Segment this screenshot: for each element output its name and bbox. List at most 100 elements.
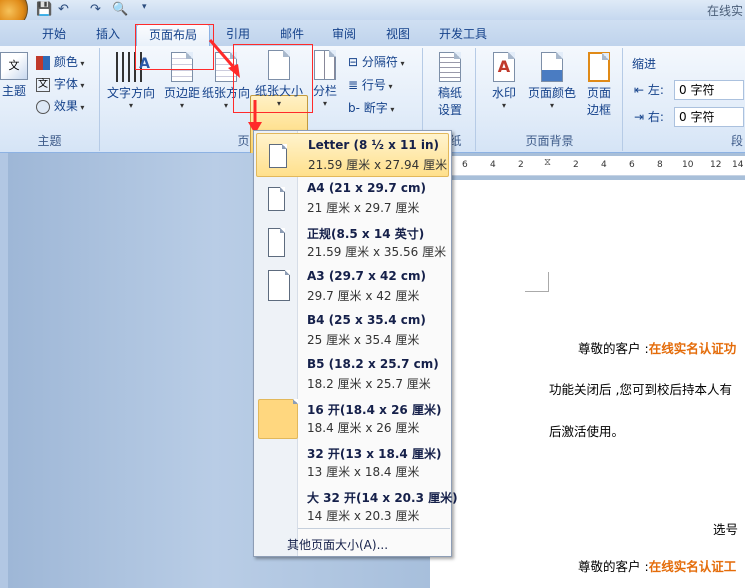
theme-fonts-button[interactable]: 文 字体 ▾ [36, 74, 84, 94]
save-icon[interactable]: 💾 [36, 2, 52, 17]
paper-size-name: 16 开(18.4 x 26 厘米) [307, 403, 442, 417]
page-icon [268, 228, 285, 257]
paper-size-item-b4[interactable]: B4 (25 x 35.4 cm) 25 厘米 x 35.4 厘米 [256, 309, 449, 353]
indent-right-label: ⇥ 右: [634, 107, 664, 127]
ruler-tick: 2 [573, 160, 579, 170]
paper-size-name: Letter (8 ½ x 11 in) [308, 138, 440, 152]
annotation-arrowhead-1 [228, 64, 240, 78]
ruler-tick: 4 [601, 160, 607, 170]
page-color-label: 页面颜色 [527, 86, 576, 100]
columns-button[interactable]: 分栏 ▾ [310, 50, 340, 108]
paper-size-dimensions: 18.2 厘米 x 25.7 厘米 [307, 377, 431, 391]
paper-size-dimensions: 13 厘米 x 18.4 厘米 [307, 465, 420, 479]
paper-size-name: A4 (21 x 29.7 cm) [307, 181, 426, 195]
ruler-tick: 6 [462, 160, 468, 170]
window-title: 在线实 [706, 4, 743, 18]
tab-mailings[interactable]: 邮件 [270, 24, 314, 46]
breaks-button[interactable]: ⊟ 分隔符 ▾ [348, 52, 404, 72]
line-numbers-label: 行号 [361, 78, 386, 92]
doc-line-5: 尊敬的客户 :在线实名认证工 [578, 556, 736, 575]
colors-icon [36, 55, 50, 70]
paper-size-menu: Letter (8 ½ x 11 in) 21.59 厘米 x 27.94 厘米… [253, 130, 458, 557]
tab-insert[interactable]: 插入 [86, 24, 130, 46]
indent-right-icon: ⇥ [634, 110, 645, 124]
effects-icon [36, 99, 50, 114]
indent-left-text: 左: [647, 83, 664, 97]
doc-line-5-highlight: 在线实名认证工 [648, 559, 737, 574]
doc-line-5-prefix: 尊敬的客户 : [578, 559, 649, 574]
paper-setup-button[interactable]: 稿纸设置 [430, 52, 470, 118]
paper-size-item-16k[interactable]: 16 开(18.4 x 26 厘米) 18.4 厘米 x 26 厘米 [256, 397, 449, 441]
indent-left-icon: ⇤ [634, 83, 645, 97]
paper-size-dimensions: 29.7 厘米 x 42 厘米 [307, 289, 420, 303]
tab-home[interactable]: 开始 [32, 24, 76, 46]
hyphenation-icon: b- [348, 101, 360, 115]
chevron-down-icon: ▾ [387, 105, 395, 114]
watermark-button[interactable]: A 水印 ▾ [485, 52, 523, 110]
ruler-tick: 8 [657, 160, 663, 170]
word-window: 💾 ↶ ↷ 🔍 ▾ 在线实 开始 插入 页面布局 引用 邮件 审阅 视图 开发工… [0, 0, 745, 588]
fonts-icon: 文 [36, 77, 50, 92]
page-color-button[interactable]: 页面颜色 ▾ [525, 52, 579, 110]
theme-effects-label: 效果 [53, 99, 78, 113]
paper-size-item-a4[interactable]: A4 (21 x 29.7 cm) 21 厘米 x 29.7 厘米 [256, 177, 449, 221]
paper-size-name: 大 32 开(14 x 20.3 厘米) [307, 491, 458, 505]
paper-size-item-b5[interactable]: B5 (18.2 x 25.7 cm) 18.2 厘米 x 25.7 厘米 [256, 353, 449, 397]
horizontal-ruler[interactable]: 6 4 2 ⧖ 2 4 6 8 10 12 14 [430, 156, 745, 176]
customize-toolbar-icon[interactable]: ▾ [142, 2, 147, 12]
tab-view[interactable]: 视图 [376, 24, 420, 46]
ruler-tick: 14 [732, 160, 744, 170]
paper-size-item-a3[interactable]: A3 (29.7 x 42 cm) 29.7 厘米 x 42 厘米 [256, 265, 449, 309]
document-page[interactable]: 尊敬的客户 :在线实名认证功 功能关闭后 ,您可到校后持本人有 后激活使用。 选… [430, 180, 745, 588]
paper-size-dimensions: 21.59 厘米 x 35.56 厘米 [307, 245, 447, 259]
paper-size-dimensions: 14 厘米 x 20.3 厘米 [307, 509, 420, 523]
ribbon-tabs: 开始 插入 页面布局 引用 邮件 审阅 视图 开发工具 [0, 20, 745, 46]
columns-icon [314, 50, 336, 80]
paper-size-item-letter[interactable]: Letter (8 ½ x 11 in) 21.59 厘米 x 27.94 厘米 [256, 133, 449, 177]
paper-size-name: A3 (29.7 x 42 cm) [307, 269, 426, 283]
vertical-ruler [0, 153, 8, 588]
menu-separator [298, 528, 450, 529]
indent-right-input[interactable]: 0 字符 [674, 107, 744, 127]
ruler-tick: 4 [490, 160, 496, 170]
page-borders-label: 页面边框 [586, 86, 611, 117]
chevron-down-icon: ▾ [77, 81, 85, 90]
title-bar: 💾 ↶ ↷ 🔍 ▾ 在线实 [0, 0, 745, 30]
hyphenation-label: 断字 [363, 101, 388, 115]
print-preview-icon[interactable]: 🔍 [112, 2, 128, 17]
paper-size-dimensions: 21 厘米 x 29.7 厘米 [307, 201, 420, 215]
watermark-icon: A [493, 52, 515, 82]
chevron-down-icon: ▾ [77, 59, 85, 68]
page-borders-icon [588, 52, 610, 82]
text-direction-label: 文字方向 [106, 86, 155, 100]
ruler-tick: 12 [710, 160, 722, 170]
line-numbers-button[interactable]: ≣ 行号 ▾ [348, 75, 392, 95]
doc-line-1-highlight: 在线实名认证功 [648, 341, 737, 356]
tab-review[interactable]: 审阅 [322, 24, 366, 46]
paper-setup-label: 稿纸设置 [437, 86, 462, 117]
doc-line-3: 后激活使用。 [549, 424, 625, 439]
more-paper-sizes-item[interactable]: 其他页面大小(A)... [287, 536, 388, 553]
indent-marker-icon[interactable]: ⧖ [544, 157, 551, 168]
themes-button[interactable]: 文 主题 [0, 52, 32, 99]
annotation-arrow-1 [208, 39, 238, 71]
chevron-down-icon: ▾ [128, 101, 133, 110]
undo-icon[interactable]: ↶ [58, 2, 69, 17]
themes-label: 主题 [1, 84, 26, 98]
indent-left-input[interactable]: 0 字符 [674, 80, 744, 100]
chevron-down-icon: ▾ [385, 82, 393, 91]
hyphenation-button[interactable]: b- 断字 ▾ [348, 98, 394, 118]
theme-colors-button[interactable]: 颜色 ▾ [36, 52, 84, 72]
tab-developer[interactable]: 开发工具 [430, 24, 496, 46]
paper-size-item-legal[interactable]: 正规(8.5 x 14 英寸) 21.59 厘米 x 35.56 厘米 [256, 221, 449, 265]
theme-effects-button[interactable]: 效果 ▾ [36, 96, 84, 116]
page-background-group: A 水印 ▾ 页面颜色 ▾ 页面边框 页面背景 [477, 48, 623, 151]
page-borders-button[interactable]: 页面边框 [581, 52, 617, 118]
paper-size-item-large-32k[interactable]: 大 32 开(14 x 20.3 厘米) 14 厘米 x 20.3 厘米 [256, 485, 458, 529]
chevron-down-icon: ▾ [77, 103, 85, 112]
redo-icon[interactable]: ↷ [90, 2, 101, 17]
paper-size-item-32k[interactable]: 32 开(13 x 18.4 厘米) 13 厘米 x 18.4 厘米 [256, 441, 449, 485]
doc-line-1-prefix: 尊敬的客户 : [578, 341, 649, 356]
themes-group-label: 主题 [37, 134, 62, 148]
paper-size-name: 32 开(13 x 18.4 厘米) [307, 447, 442, 461]
